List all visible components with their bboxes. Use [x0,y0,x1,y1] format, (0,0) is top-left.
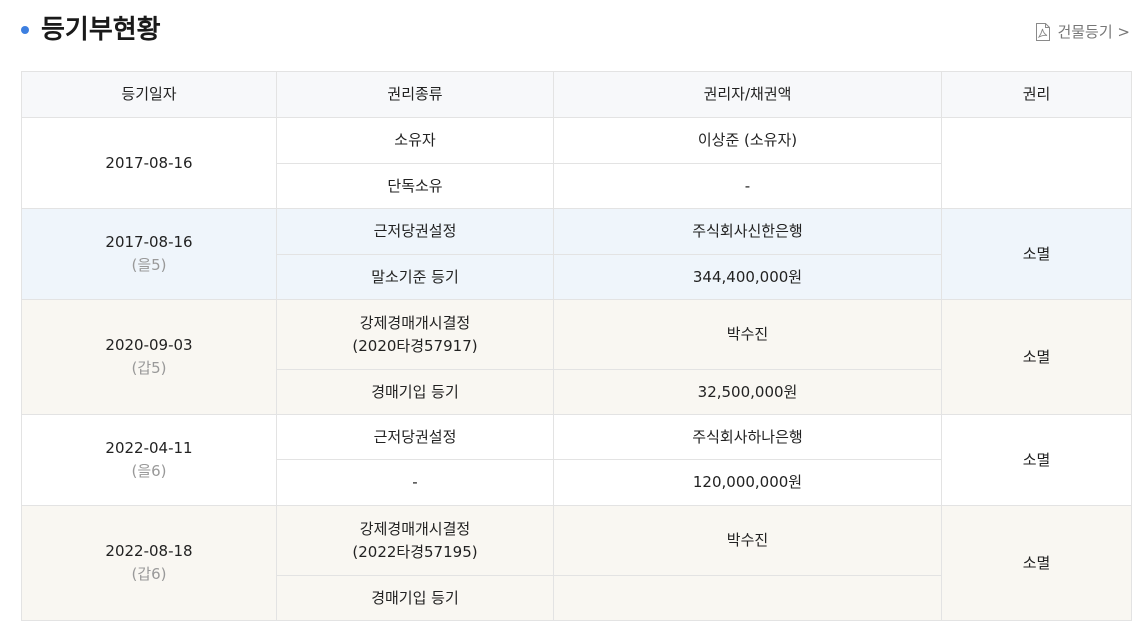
registry-ref: (갑6) [131,565,167,583]
type-cell: 경매기입 등기 [276,369,554,415]
status-cell [941,117,1132,209]
registry-ref: (갑5) [131,359,167,377]
page-title: 등기부현황 [41,15,161,45]
holder-cell: 박수진 [553,505,942,576]
registry-table: 등기일자 권리종류 권리자/채권액 권리 2017-08-16 소유자 이상준 … [21,71,1132,621]
pdf-icon [1035,23,1051,41]
holder-cell: 344,400,000원 [553,254,942,300]
table-header-row: 등기일자 권리종류 권리자/채권액 권리 [21,71,1132,118]
type-cell: - [276,459,554,506]
col-header-status: 권리 [941,71,1132,118]
date-text: 2022-08-18 [105,542,193,560]
holder-cell: 박수진 [553,299,942,370]
status-cell: 소멸 [941,505,1132,621]
table-row: 2020-09-03 (갑5) 강제경매개시결정 (2020타경57917) 박… [21,299,1132,415]
holder-cell: 120,000,000원 [553,459,942,506]
type-cell: 소유자 [276,117,554,164]
table-row: 2022-08-18 (갑6) 강제경매개시결정 (2022타경57195) 박… [21,505,1132,621]
holder-cell: 주식회사신한은행 [553,208,942,255]
date-text: 2022-04-11 [105,439,193,457]
date-text: 2017-08-16 [105,233,193,251]
holder-cell: 주식회사하나은행 [553,414,942,460]
status-cell: 소멸 [941,299,1132,415]
holder-cell: 이상준 (소유자) [553,117,942,164]
type-cell: 근저당권설정 [276,414,554,460]
col-header-holder: 권리자/채권액 [553,71,942,118]
table-row: 2017-08-16 소유자 이상준 (소유자) [21,117,1132,209]
date-cell: 2022-04-11 (을6) [21,414,277,506]
building-registry-link-label: 건물등기 > [1057,23,1130,41]
type-cell: 말소기준 등기 [276,254,554,300]
bullet-dot [21,26,29,34]
holder-cell [553,575,942,621]
status-cell: 소멸 [941,208,1132,300]
type-line: 강제경매개시결정 [359,519,471,538]
date-text: 2020-09-03 [105,336,193,354]
col-header-type: 권리종류 [276,71,554,118]
building-registry-link[interactable]: 건물등기 > [1035,22,1130,42]
date-cell: 2022-08-18 (갑6) [21,505,277,621]
case-number: (2020타경57917) [352,336,478,355]
date-cell: 2017-08-16 (을5) [21,208,277,300]
type-cell: 강제경매개시결정 (2020타경57917) [276,299,554,370]
registry-ref: (을5) [131,256,167,274]
type-cell: 단독소유 [276,163,554,209]
registry-ref: (을6) [131,462,167,480]
holder-cell: - [553,163,942,209]
type-cell: 강제경매개시결정 (2022타경57195) [276,505,554,576]
col-header-date: 등기일자 [21,71,277,118]
table-row: 2022-04-11 (을6) 근저당권설정 주식회사하나은행 소멸 [21,414,1132,506]
table-row: 2017-08-16 (을5) 근저당권설정 주식회사신한은행 소멸 [21,208,1132,300]
type-cell: 경매기입 등기 [276,575,554,621]
status-cell: 소멸 [941,414,1132,506]
holder-cell: 32,500,000원 [553,369,942,415]
type-line: 강제경매개시결정 [359,313,471,332]
date-text: 2017-08-16 [105,153,193,172]
date-cell: 2017-08-16 [21,117,277,209]
type-cell: 근저당권설정 [276,208,554,255]
case-number: (2022타경57195) [352,542,478,561]
section-header: 등기부현황 건물등기 > [0,0,1142,66]
date-cell: 2020-09-03 (갑5) [21,299,277,415]
